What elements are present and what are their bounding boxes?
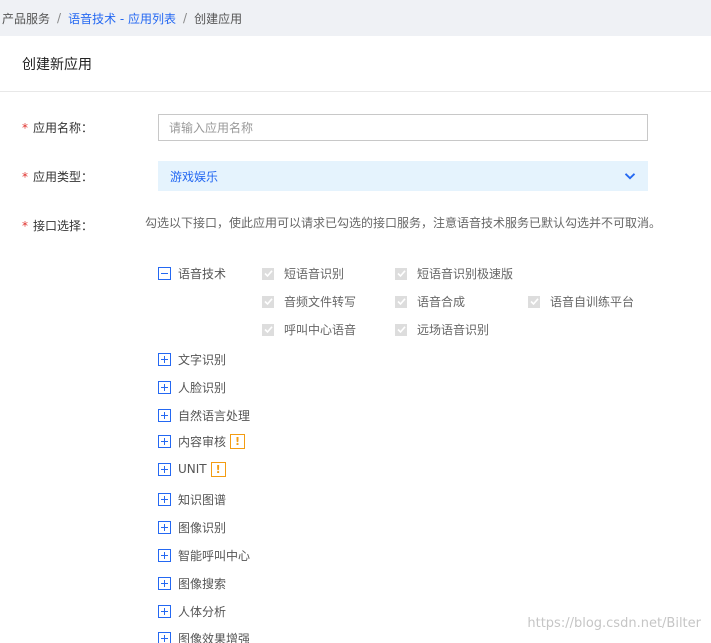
app-type-value: 游戏娱乐: [170, 169, 219, 184]
exclamation-icon: !: [230, 433, 246, 449]
plus-square-icon[interactable]: [158, 408, 171, 422]
tree-group-speech[interactable]: 语音技术: [158, 265, 226, 281]
app-name-input[interactable]: 请输入应用名称: [158, 114, 648, 141]
checkbox-call-center-speech[interactable]: 呼叫中心语音: [262, 321, 356, 338]
app-name-placeholder: 请输入应用名称: [169, 121, 254, 135]
app-type-label: * 应用类型：: [22, 170, 94, 184]
plus-square-icon[interactable]: [158, 548, 171, 562]
checkmark-icon: [395, 267, 407, 280]
checkbox-short-speech[interactable]: 短语音识别: [262, 265, 344, 282]
breadcrumb-separator: /: [183, 11, 188, 25]
exclamation-icon: !: [210, 461, 226, 477]
required-mark: *: [22, 121, 28, 135]
watermark: https://blog.csdn.net/Bilter: [527, 616, 701, 631]
breadcrumb-separator: /: [57, 11, 62, 25]
breadcrumb: 产品服务 / 语音技术 - 应用列表 / 创建应用: [0, 0, 711, 36]
checkbox-speech-synthesis[interactable]: 语音合成: [395, 293, 465, 310]
tree-group-face[interactable]: 人脸识别: [158, 379, 226, 395]
plus-square-icon[interactable]: [158, 576, 171, 590]
minus-square-icon[interactable]: [158, 266, 171, 280]
breadcrumb-item-current: 创建应用: [194, 11, 243, 26]
checkmark-icon: [395, 323, 407, 336]
checkmark-icon: [262, 295, 274, 308]
checkbox-audio-transcription[interactable]: 音频文件转写: [262, 293, 356, 310]
plus-square-icon[interactable]: [158, 380, 171, 394]
checkmark-icon: [528, 295, 540, 308]
card-title: 创建新应用: [0, 36, 711, 92]
plus-square-icon[interactable]: [158, 462, 171, 476]
required-mark: *: [22, 219, 28, 233]
tree-group-unit[interactable]: UNIT !: [158, 461, 226, 477]
checkbox-speech-training[interactable]: 语音自训练平台: [528, 293, 634, 310]
checkmark-icon: [395, 295, 407, 308]
breadcrumb-item-products[interactable]: 产品服务: [2, 10, 50, 27]
checkbox-short-speech-fast[interactable]: 短语音识别极速版: [395, 265, 513, 282]
plus-square-icon[interactable]: [158, 434, 171, 448]
checkmark-icon: [262, 267, 274, 280]
plus-square-icon[interactable]: [158, 604, 171, 618]
chevron-down-icon: [624, 173, 636, 180]
tree-group-image-enhance[interactable]: 图像效果增强: [158, 630, 250, 643]
tree-group-smart-call-center[interactable]: 智能呼叫中心: [158, 547, 250, 563]
plus-square-icon[interactable]: [158, 352, 171, 366]
plus-square-icon[interactable]: [158, 520, 171, 534]
interfaces-hint: 勾选以下接口，使此应用可以请求已勾选的接口服务，注意语音技术服务已默认勾选并不可…: [145, 216, 662, 230]
required-mark: *: [22, 170, 28, 184]
tree-group-image-recognition[interactable]: 图像识别: [158, 519, 226, 535]
tree-group-content-review[interactable]: 内容审核 !: [158, 433, 246, 449]
tree-group-ocr[interactable]: 文字识别: [158, 351, 226, 367]
checkbox-far-field-speech[interactable]: 远场语音识别: [395, 321, 489, 338]
tree-group-image-search[interactable]: 图像搜索: [158, 575, 226, 591]
checkmark-icon: [262, 323, 274, 336]
plus-square-icon[interactable]: [158, 492, 171, 506]
tree-group-nlp[interactable]: 自然语言处理: [158, 407, 250, 423]
create-app-card: 创建新应用 * 应用名称： 请输入应用名称 * 应用类型： 游戏娱乐 * 接口选择： …: [0, 36, 711, 643]
tree-group-knowledge-graph[interactable]: 知识图谱: [158, 491, 226, 507]
tree-group-body-analysis[interactable]: 人体分析: [158, 603, 226, 619]
app-name-label: * 应用名称：: [22, 121, 94, 135]
breadcrumb-item-app-list[interactable]: 语音技术 - 应用列表: [68, 10, 176, 27]
tree-group-label: 语音技术: [178, 266, 227, 281]
app-type-select[interactable]: 游戏娱乐: [158, 161, 648, 191]
plus-square-icon[interactable]: [158, 631, 171, 643]
interfaces-label: * 接口选择：: [22, 219, 94, 233]
